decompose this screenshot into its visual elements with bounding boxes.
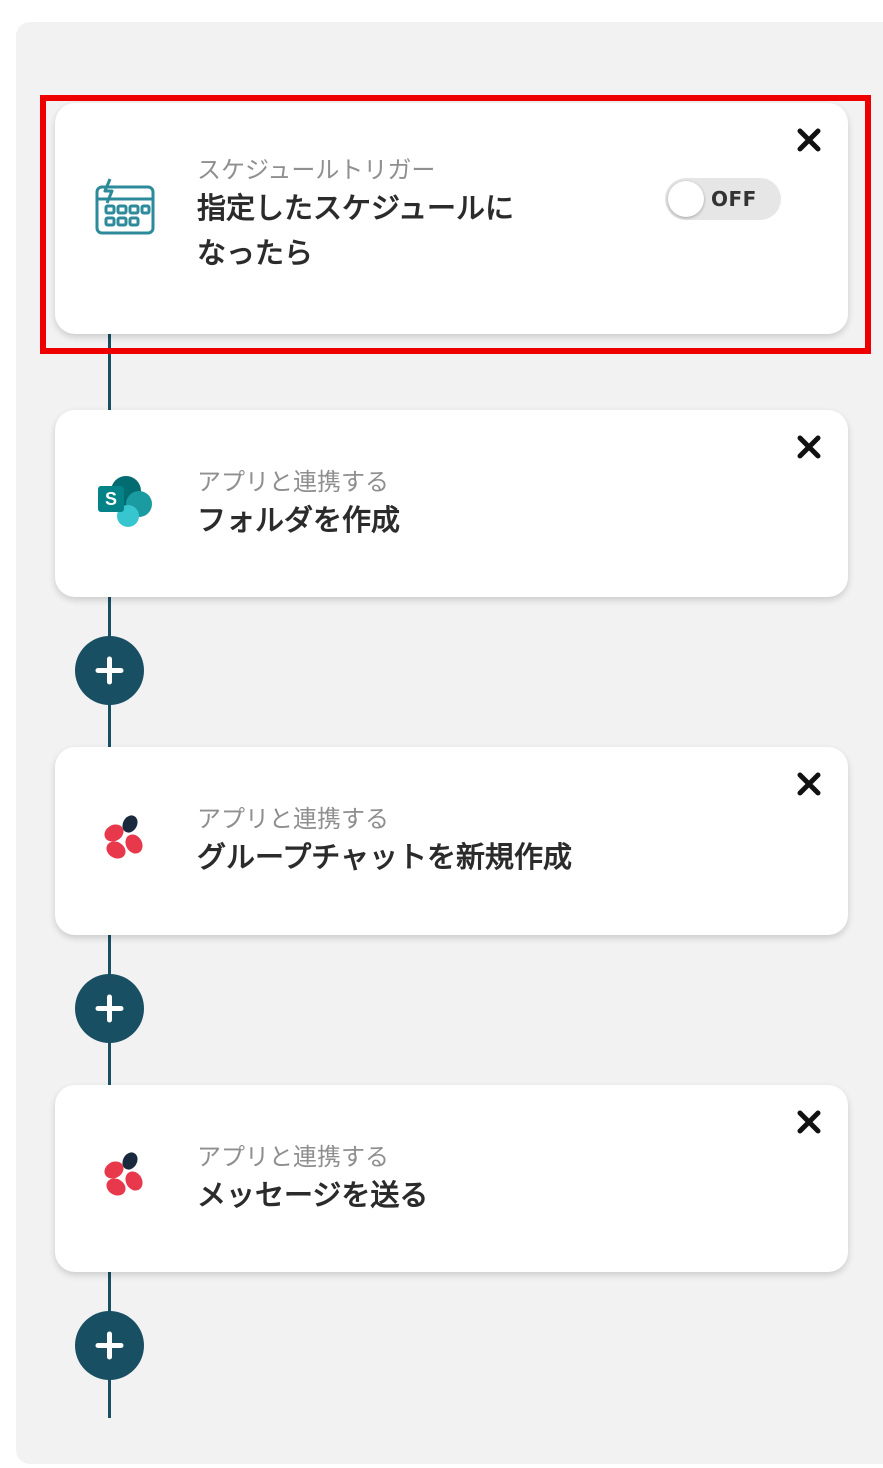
trigger-toggle[interactable]: OFF xyxy=(665,178,781,220)
toggle-knob xyxy=(668,181,704,217)
plus-icon xyxy=(95,656,124,685)
close-icon[interactable] xyxy=(796,1109,822,1135)
step-sublabel: スケジュールトリガー xyxy=(197,156,436,184)
step-sublabel: アプリと連携する xyxy=(197,468,389,496)
sharepoint-icon: S xyxy=(92,468,158,534)
flow-editor: スケジュールトリガー 指定したスケジュールになったら OFF S アプリと連携す… xyxy=(0,0,883,1468)
step-title: メッセージを送る xyxy=(197,1178,429,1212)
toggle-state-label: OFF xyxy=(711,187,757,211)
step-card-create-folder[interactable]: S アプリと連携する フォルダを作成 xyxy=(55,410,848,597)
add-step-button[interactable] xyxy=(75,636,144,705)
step-card-send-message[interactable]: アプリと連携する メッセージを送る xyxy=(55,1085,848,1272)
flow-connector xyxy=(108,334,111,410)
chatwork-icon xyxy=(92,806,158,872)
step-card-schedule-trigger[interactable]: スケジュールトリガー 指定したスケジュールになったら OFF xyxy=(55,103,848,334)
step-title: フォルダを作成 xyxy=(197,503,401,537)
close-icon[interactable] xyxy=(796,434,822,460)
step-title: グループチャットを新規作成 xyxy=(197,840,572,874)
step-sublabel: アプリと連携する xyxy=(197,1143,389,1171)
step-sublabel: アプリと連携する xyxy=(197,805,389,833)
close-icon[interactable] xyxy=(796,771,822,797)
plus-icon xyxy=(95,1331,124,1360)
step-card-create-group-chat[interactable]: アプリと連携する グループチャットを新規作成 xyxy=(55,747,848,935)
add-step-button[interactable] xyxy=(75,1311,144,1380)
add-step-button[interactable] xyxy=(75,974,144,1043)
svg-text:S: S xyxy=(105,489,117,509)
schedule-calendar-icon xyxy=(92,175,158,241)
chatwork-icon xyxy=(92,1143,158,1209)
plus-icon xyxy=(95,994,124,1023)
step-title: 指定したスケジュールになったら xyxy=(197,191,514,270)
close-icon[interactable] xyxy=(796,127,822,153)
